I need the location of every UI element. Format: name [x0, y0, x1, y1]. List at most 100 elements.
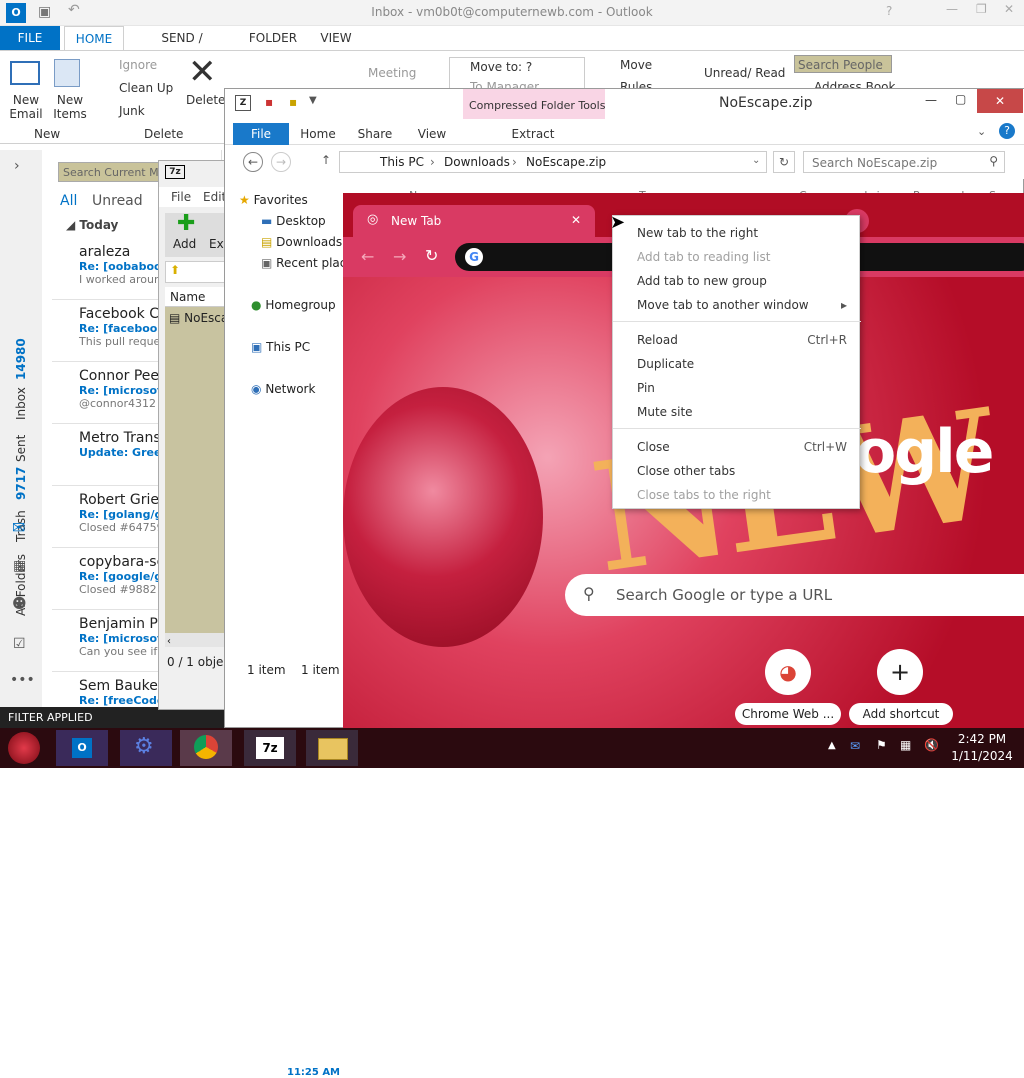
maximize-icon[interactable]: ❐	[976, 2, 987, 16]
new-email-button[interactable]: New Email	[8, 93, 44, 121]
breadcrumb-noescape[interactable]: NoEscape.zip	[526, 155, 606, 169]
taskbar-chrome[interactable]	[180, 730, 232, 766]
chrome-reload-icon[interactable]: ↻	[425, 246, 438, 265]
tab-file[interactable]: FILE	[0, 26, 60, 50]
start-button-icon[interactable]	[8, 732, 40, 764]
explorer-maximize-icon[interactable]: ▢	[955, 92, 966, 106]
chrome-tab-new-tab[interactable]: ◎ New Tab ✕	[353, 205, 595, 237]
explorer-tab-extract[interactable]: Extract	[501, 123, 565, 145]
clean-up-button[interactable]: Clean Up	[102, 81, 173, 95]
clock-date[interactable]: 1/11/2024	[950, 749, 1014, 763]
help-icon[interactable]: ?	[886, 4, 892, 18]
explorer-tab-home[interactable]: Home	[293, 123, 343, 145]
tray-outlook-icon[interactable]: ✉	[850, 739, 860, 753]
quick-step-move-to[interactable]: Move to: ?	[470, 60, 532, 74]
mail-icon[interactable]: ✉	[12, 518, 25, 537]
address-bar[interactable]: This PC › Downloads › NoEscape.zip ⌄	[339, 151, 767, 173]
chrome-forward-icon[interactable]: →	[393, 247, 406, 266]
menu-item-move-tab-to-another-window[interactable]: Move tab to another window ▸	[637, 298, 847, 312]
shortcut-add[interactable]: Add shortcut	[849, 703, 953, 725]
calendar-icon[interactable]: ▦	[13, 558, 26, 574]
nav-this-pc[interactable]: ▣ This PC	[251, 340, 310, 354]
help-icon[interactable]: ?	[999, 123, 1015, 139]
nav-homegroup[interactable]: ● Homegroup	[251, 298, 336, 312]
menu-item-reload[interactable]: Reload Ctrl+R	[637, 333, 847, 347]
flag-icon[interactable]: ⚑	[876, 738, 887, 752]
new-folder-icon[interactable]: ▪	[289, 95, 297, 109]
taskbar-outlook[interactable]: O	[56, 730, 108, 766]
nav-inbox-label[interactable]: Inbox	[14, 387, 28, 420]
nav-downloads[interactable]: ▤ Downloads	[261, 235, 342, 249]
taskbar-7zip[interactable]: 7z	[244, 730, 296, 766]
tab-home[interactable]: HOME	[64, 26, 124, 50]
more-icon[interactable]: •••	[10, 672, 35, 688]
junk-button[interactable]: Junk	[102, 104, 145, 118]
search-icon[interactable]: ⚲	[989, 154, 998, 168]
forward-icon[interactable]: →	[271, 152, 291, 172]
tab-send-receive[interactable]: SEND / RECEIVE	[134, 26, 230, 69]
ignore-button[interactable]: Ignore	[102, 58, 157, 72]
menu-item-pin[interactable]: Pin	[637, 381, 847, 395]
menu-item-mute-site[interactable]: Mute site	[637, 405, 847, 419]
folder-up-icon[interactable]: ⬆	[170, 263, 180, 277]
expand-pane-icon[interactable]: ›	[14, 158, 20, 174]
search-mailbox-input[interactable]: Search Current Mailbox	[58, 162, 170, 182]
group-header-today[interactable]: ◢ Today	[66, 218, 118, 232]
explorer-tab-share[interactable]: Share	[349, 123, 401, 145]
qat-dropdown-icon[interactable]: ▼	[309, 95, 317, 106]
explorer-tab-view[interactable]: View	[407, 123, 457, 145]
explorer-search-input[interactable]: Search NoEscape.zip ⚲	[803, 151, 1005, 173]
filter-all[interactable]: All	[60, 193, 77, 209]
search-people-input[interactable]: Search People	[794, 55, 892, 73]
minimize-icon[interactable]: —	[946, 2, 958, 16]
menu-item-duplicate[interactable]: Duplicate	[637, 357, 847, 371]
tray-overflow-icon[interactable]: ▲	[828, 740, 836, 751]
tab-folder[interactable]: FOLDER	[242, 26, 304, 50]
sevenzip-menu-file[interactable]: File	[171, 190, 191, 204]
meeting-button[interactable]: Meeting	[368, 66, 416, 80]
explorer-close-icon[interactable]: ✕	[977, 89, 1023, 113]
delete-button[interactable]: Delete	[186, 93, 225, 107]
taskbar-explorer[interactable]	[306, 730, 358, 766]
volume-muted-icon[interactable]: 🔇	[924, 738, 939, 752]
tasks-icon[interactable]: ☑	[13, 636, 26, 652]
chrome-tab-close-icon[interactable]: ✕	[571, 213, 581, 227]
refresh-icon[interactable]: ↻	[773, 151, 795, 173]
menu-item-close-other-tabs[interactable]: Close other tabs	[637, 464, 847, 478]
shortcut-chrome-web-store[interactable]: Chrome Web ...	[735, 703, 841, 725]
new-items-button[interactable]: New Items	[50, 93, 90, 121]
ribbon-expand-icon[interactable]: ⌄	[977, 125, 986, 138]
up-icon[interactable]: ↑	[321, 153, 331, 167]
move-button[interactable]: Move	[620, 58, 652, 72]
menu-item-new-tab-to-the-right[interactable]: New tab to the right	[637, 226, 847, 240]
people-icon[interactable]: ☻	[12, 596, 27, 612]
back-icon[interactable]: ←	[243, 152, 263, 172]
sevenzip-col-name[interactable]: Name	[165, 287, 227, 307]
ntp-search-box[interactable]: ⚲ Search Google or type a URL	[565, 574, 1024, 616]
close-icon[interactable]: ✕	[1004, 2, 1014, 16]
menu-item-close[interactable]: Close Ctrl+W	[637, 440, 847, 454]
unread-read-button[interactable]: Unread/ Read	[704, 66, 785, 80]
explorer-minimize-icon[interactable]: —	[925, 93, 937, 107]
chrome-web-store-icon[interactable]: ◕	[765, 649, 811, 695]
nav-sent-label[interactable]: Sent	[14, 435, 28, 462]
menu-item-add-tab-to-new-group[interactable]: Add tab to new group	[637, 274, 847, 288]
sevenzip-path-bar[interactable]: ⬆	[165, 261, 225, 283]
filter-unread[interactable]: Unread	[92, 193, 143, 209]
taskbar-settings[interactable]: ⚙	[120, 730, 172, 766]
network-tray-icon[interactable]: ▦	[900, 738, 911, 752]
add-shortcut-icon[interactable]: +	[877, 649, 923, 695]
sevenzip-add-button[interactable]: Add	[173, 237, 196, 251]
address-dropdown-icon[interactable]: ⌄	[752, 155, 760, 166]
scroll-left-icon[interactable]: ‹	[165, 636, 171, 647]
explorer-tab-file[interactable]: File	[233, 123, 289, 145]
clock-time[interactable]: 2:42 PM	[950, 732, 1014, 746]
chrome-back-icon[interactable]: ←	[361, 247, 374, 266]
nav-desktop[interactable]: ▬ Desktop	[261, 214, 326, 228]
properties-icon[interactable]: ▪	[265, 95, 273, 109]
nav-recent[interactable]: ▣ Recent plac	[261, 256, 346, 270]
nav-favorites[interactable]: ★ Favorites	[239, 193, 308, 207]
breadcrumb-downloads[interactable]: Downloads	[444, 155, 510, 169]
breadcrumb-this-pc[interactable]: This PC	[380, 155, 424, 169]
nav-network[interactable]: ◉ Network	[251, 382, 315, 396]
